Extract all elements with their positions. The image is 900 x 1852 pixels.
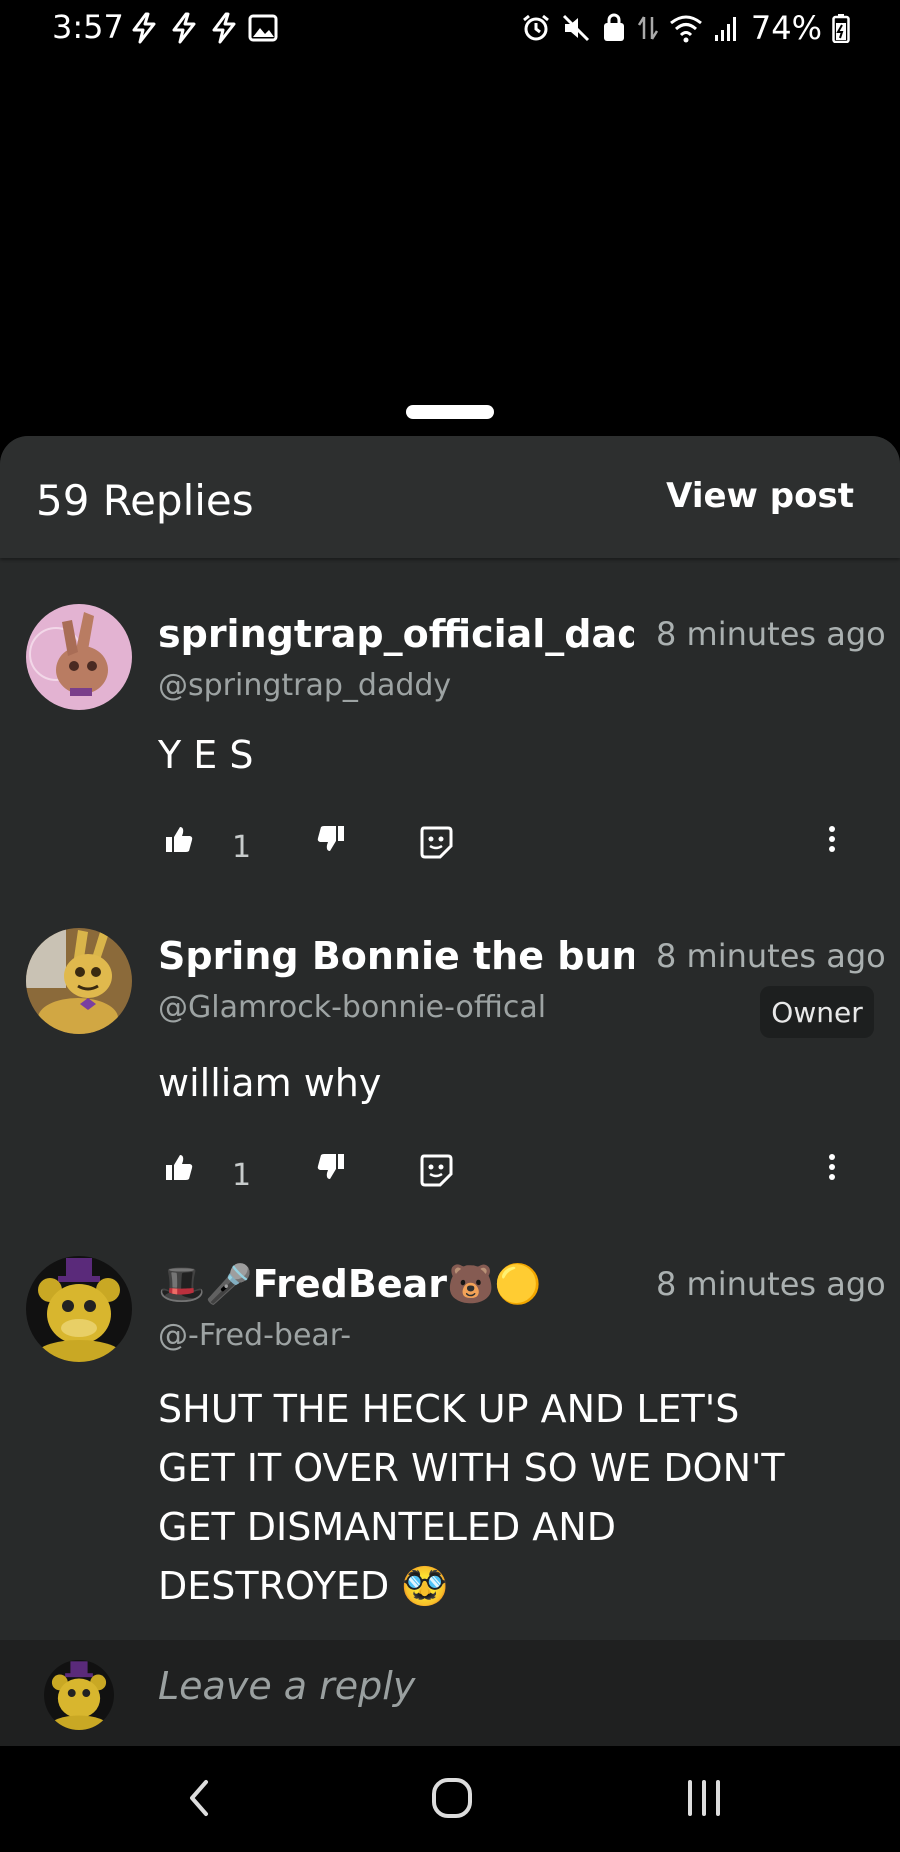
comment-body-line: GET IT OVER WITH SO WE DON'T xyxy=(158,1446,785,1490)
dislike-button[interactable] xyxy=(316,824,346,854)
more-vert-icon xyxy=(829,826,835,852)
comment-username[interactable]: 🎩🎤FredBear🐻🟡 xyxy=(158,1262,634,1307)
like-button[interactable] xyxy=(164,1152,194,1182)
back-icon xyxy=(190,1780,208,1816)
battery-percent: 74% xyxy=(750,9,822,47)
flash-icon xyxy=(172,12,196,44)
comment-timestamp: 8 minutes ago xyxy=(656,615,886,653)
flash-icon xyxy=(132,12,156,44)
sheet-drag-handle[interactable] xyxy=(406,405,494,419)
like-count: 1 xyxy=(232,830,252,865)
replies-count: 59 Replies xyxy=(36,476,254,525)
comment-timestamp: 8 minutes ago xyxy=(656,1265,886,1303)
thumbs-up-icon xyxy=(166,1155,193,1180)
secure-folder-icon xyxy=(603,13,624,41)
home-button[interactable] xyxy=(430,1776,474,1824)
comment-body-line: SHUT THE HECK UP AND LET'S xyxy=(158,1387,740,1431)
system-icons: 74% xyxy=(521,8,850,48)
reply-button[interactable] xyxy=(418,824,454,860)
flash-icon xyxy=(212,12,236,44)
comment-username[interactable]: Spring Bonnie the bunny xyxy=(158,934,634,978)
notification-icons xyxy=(128,10,278,46)
recents-button[interactable] xyxy=(684,1776,724,1824)
like-count: 1 xyxy=(232,1158,252,1193)
recents-icon xyxy=(688,1780,720,1816)
home-icon xyxy=(432,1778,472,1818)
battery-icon xyxy=(832,14,850,43)
reply-sticker-icon xyxy=(420,1154,453,1187)
current-user-avatar xyxy=(44,1660,114,1730)
wifi-icon xyxy=(669,15,702,43)
replies-sheet: 59 Replies View post springtrap_official… xyxy=(0,436,900,1746)
mute-icon xyxy=(562,14,589,42)
avatar[interactable] xyxy=(26,1256,132,1362)
owner-badge: Owner xyxy=(760,986,874,1038)
thumbs-down-icon xyxy=(317,1154,344,1179)
comment-body: SHUT THE HECK UP AND LET'S GET IT OVER W… xyxy=(158,1380,878,1616)
data-arrows-icon xyxy=(637,16,658,40)
comment-actions: 1 xyxy=(0,824,900,874)
comment-handle[interactable]: @Glamrock-bonnie-offical xyxy=(158,990,546,1025)
image-icon xyxy=(248,14,278,42)
sheet-header: 59 Replies View post xyxy=(0,436,900,558)
comment-body-line: DESTROYED 🥸 xyxy=(158,1564,449,1608)
comment-timestamp: 8 minutes ago xyxy=(656,937,886,975)
navigation-bar xyxy=(0,1746,900,1852)
view-post-button[interactable]: View post xyxy=(666,476,854,516)
comment-body: Y E S xyxy=(158,733,254,777)
comment-handle[interactable]: @-Fred-bear- xyxy=(158,1318,351,1353)
comment-username[interactable]: springtrap_official_daddy xyxy=(158,612,634,656)
signal-icon xyxy=(714,17,736,41)
back-button[interactable] xyxy=(184,1776,214,1824)
more-vert-icon xyxy=(829,1154,835,1180)
more-options-button[interactable] xyxy=(826,824,838,854)
avatar[interactable] xyxy=(26,604,132,710)
reply-input[interactable] xyxy=(158,1664,858,1708)
comment-actions: 1 xyxy=(0,1152,900,1202)
thumbs-up-icon xyxy=(166,827,193,852)
status-time: 3:57 xyxy=(52,8,124,46)
reply-sticker-icon xyxy=(420,826,453,859)
comment-body: william why xyxy=(158,1061,382,1105)
thumbs-down-icon xyxy=(317,826,344,851)
dislike-button[interactable] xyxy=(316,1152,346,1182)
status-bar: 3:57 74% xyxy=(0,0,900,56)
avatar[interactable] xyxy=(26,928,132,1034)
comment-body-line: GET DISMANTELED AND xyxy=(158,1505,616,1549)
more-options-button[interactable] xyxy=(826,1152,838,1182)
comment-handle[interactable]: @springtrap_daddy xyxy=(158,668,451,703)
reply-bar xyxy=(0,1640,900,1746)
like-button[interactable] xyxy=(164,824,194,854)
alarm-icon xyxy=(522,14,549,41)
reply-button[interactable] xyxy=(418,1152,454,1188)
